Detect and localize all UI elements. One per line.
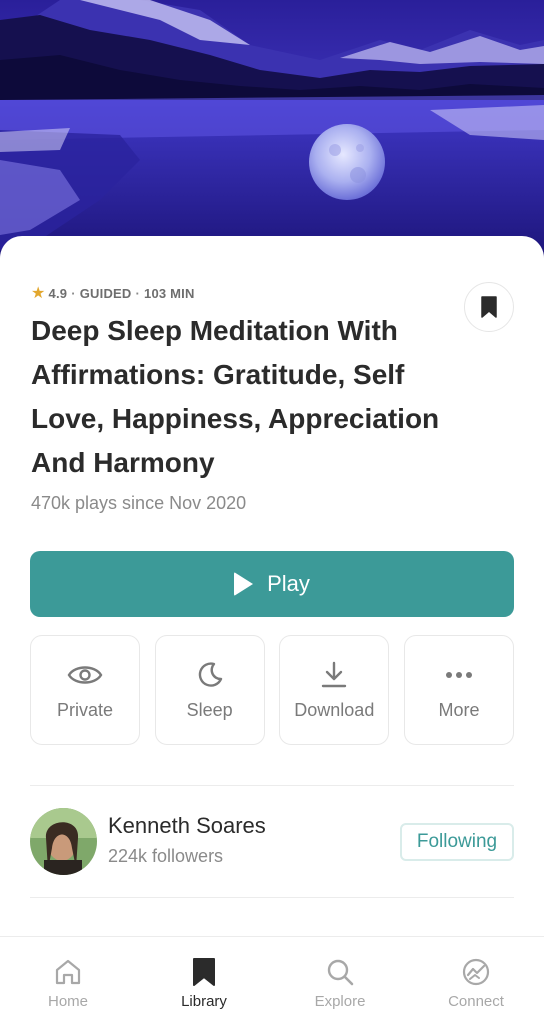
action-label: Private: [56, 699, 114, 720]
search-icon: [325, 957, 355, 987]
bookmark-button[interactable]: [464, 282, 514, 332]
download-icon: [321, 660, 347, 690]
home-icon: [53, 957, 83, 987]
track-type: GUIDED: [79, 285, 132, 301]
sleep-button[interactable]: Sleep: [154, 635, 265, 745]
divider: [30, 897, 514, 898]
download-button[interactable]: Download: [279, 635, 390, 745]
tab-explore[interactable]: Explore: [272, 937, 408, 1024]
bookmark-icon: [192, 957, 216, 987]
hero-image: [0, 0, 544, 262]
play-icon: [234, 572, 254, 596]
action-row: Private Sleep Download More: [30, 635, 514, 745]
more-button[interactable]: More: [403, 635, 514, 745]
eye-icon: [67, 660, 103, 690]
private-button[interactable]: Private: [30, 635, 140, 745]
tab-label: Explore: [314, 993, 366, 1010]
moon-icon: [196, 660, 224, 690]
more-dots-icon: [445, 660, 473, 690]
connect-icon: [461, 957, 491, 987]
divider: [30, 785, 514, 786]
tab-label: Library: [181, 993, 227, 1010]
action-label: Download: [294, 699, 375, 720]
action-label: More: [438, 699, 480, 720]
author-name[interactable]: Kenneth Soares: [108, 813, 266, 839]
plays-count: 470k plays since Nov 2020: [31, 493, 247, 513]
author-followers: 224k followers: [108, 846, 224, 866]
play-label: Play: [267, 571, 310, 596]
tab-home[interactable]: Home: [0, 937, 136, 1024]
moonlit-lake-illustration: [0, 0, 544, 262]
meta-separator: ·: [135, 285, 141, 301]
rating: 4.9: [48, 285, 68, 301]
tab-label: Home: [47, 993, 88, 1010]
action-label: Sleep: [186, 699, 233, 720]
tab-label: Connect: [448, 993, 504, 1010]
meta-separator: ·: [71, 285, 76, 301]
tab-library[interactable]: Library: [136, 937, 272, 1024]
track-duration: 103 MIN: [144, 285, 195, 301]
tab-connect[interactable]: Connect: [408, 937, 544, 1024]
play-button[interactable]: Play: [30, 551, 514, 617]
avatar[interactable]: [30, 808, 97, 875]
following-button[interactable]: Following: [400, 823, 514, 861]
track-meta: ★ 4.9 · GUIDED · 103 MIN: [31, 284, 195, 302]
author-row: Kenneth Soares 224k followers Following: [30, 808, 514, 876]
bookmark-icon: [481, 296, 497, 318]
bottom-tab-bar: Home Library Explore Connect: [0, 936, 544, 1024]
track-title: Deep Sleep Meditation With Affirmations:…: [31, 315, 440, 478]
star-icon: ★: [31, 285, 46, 302]
